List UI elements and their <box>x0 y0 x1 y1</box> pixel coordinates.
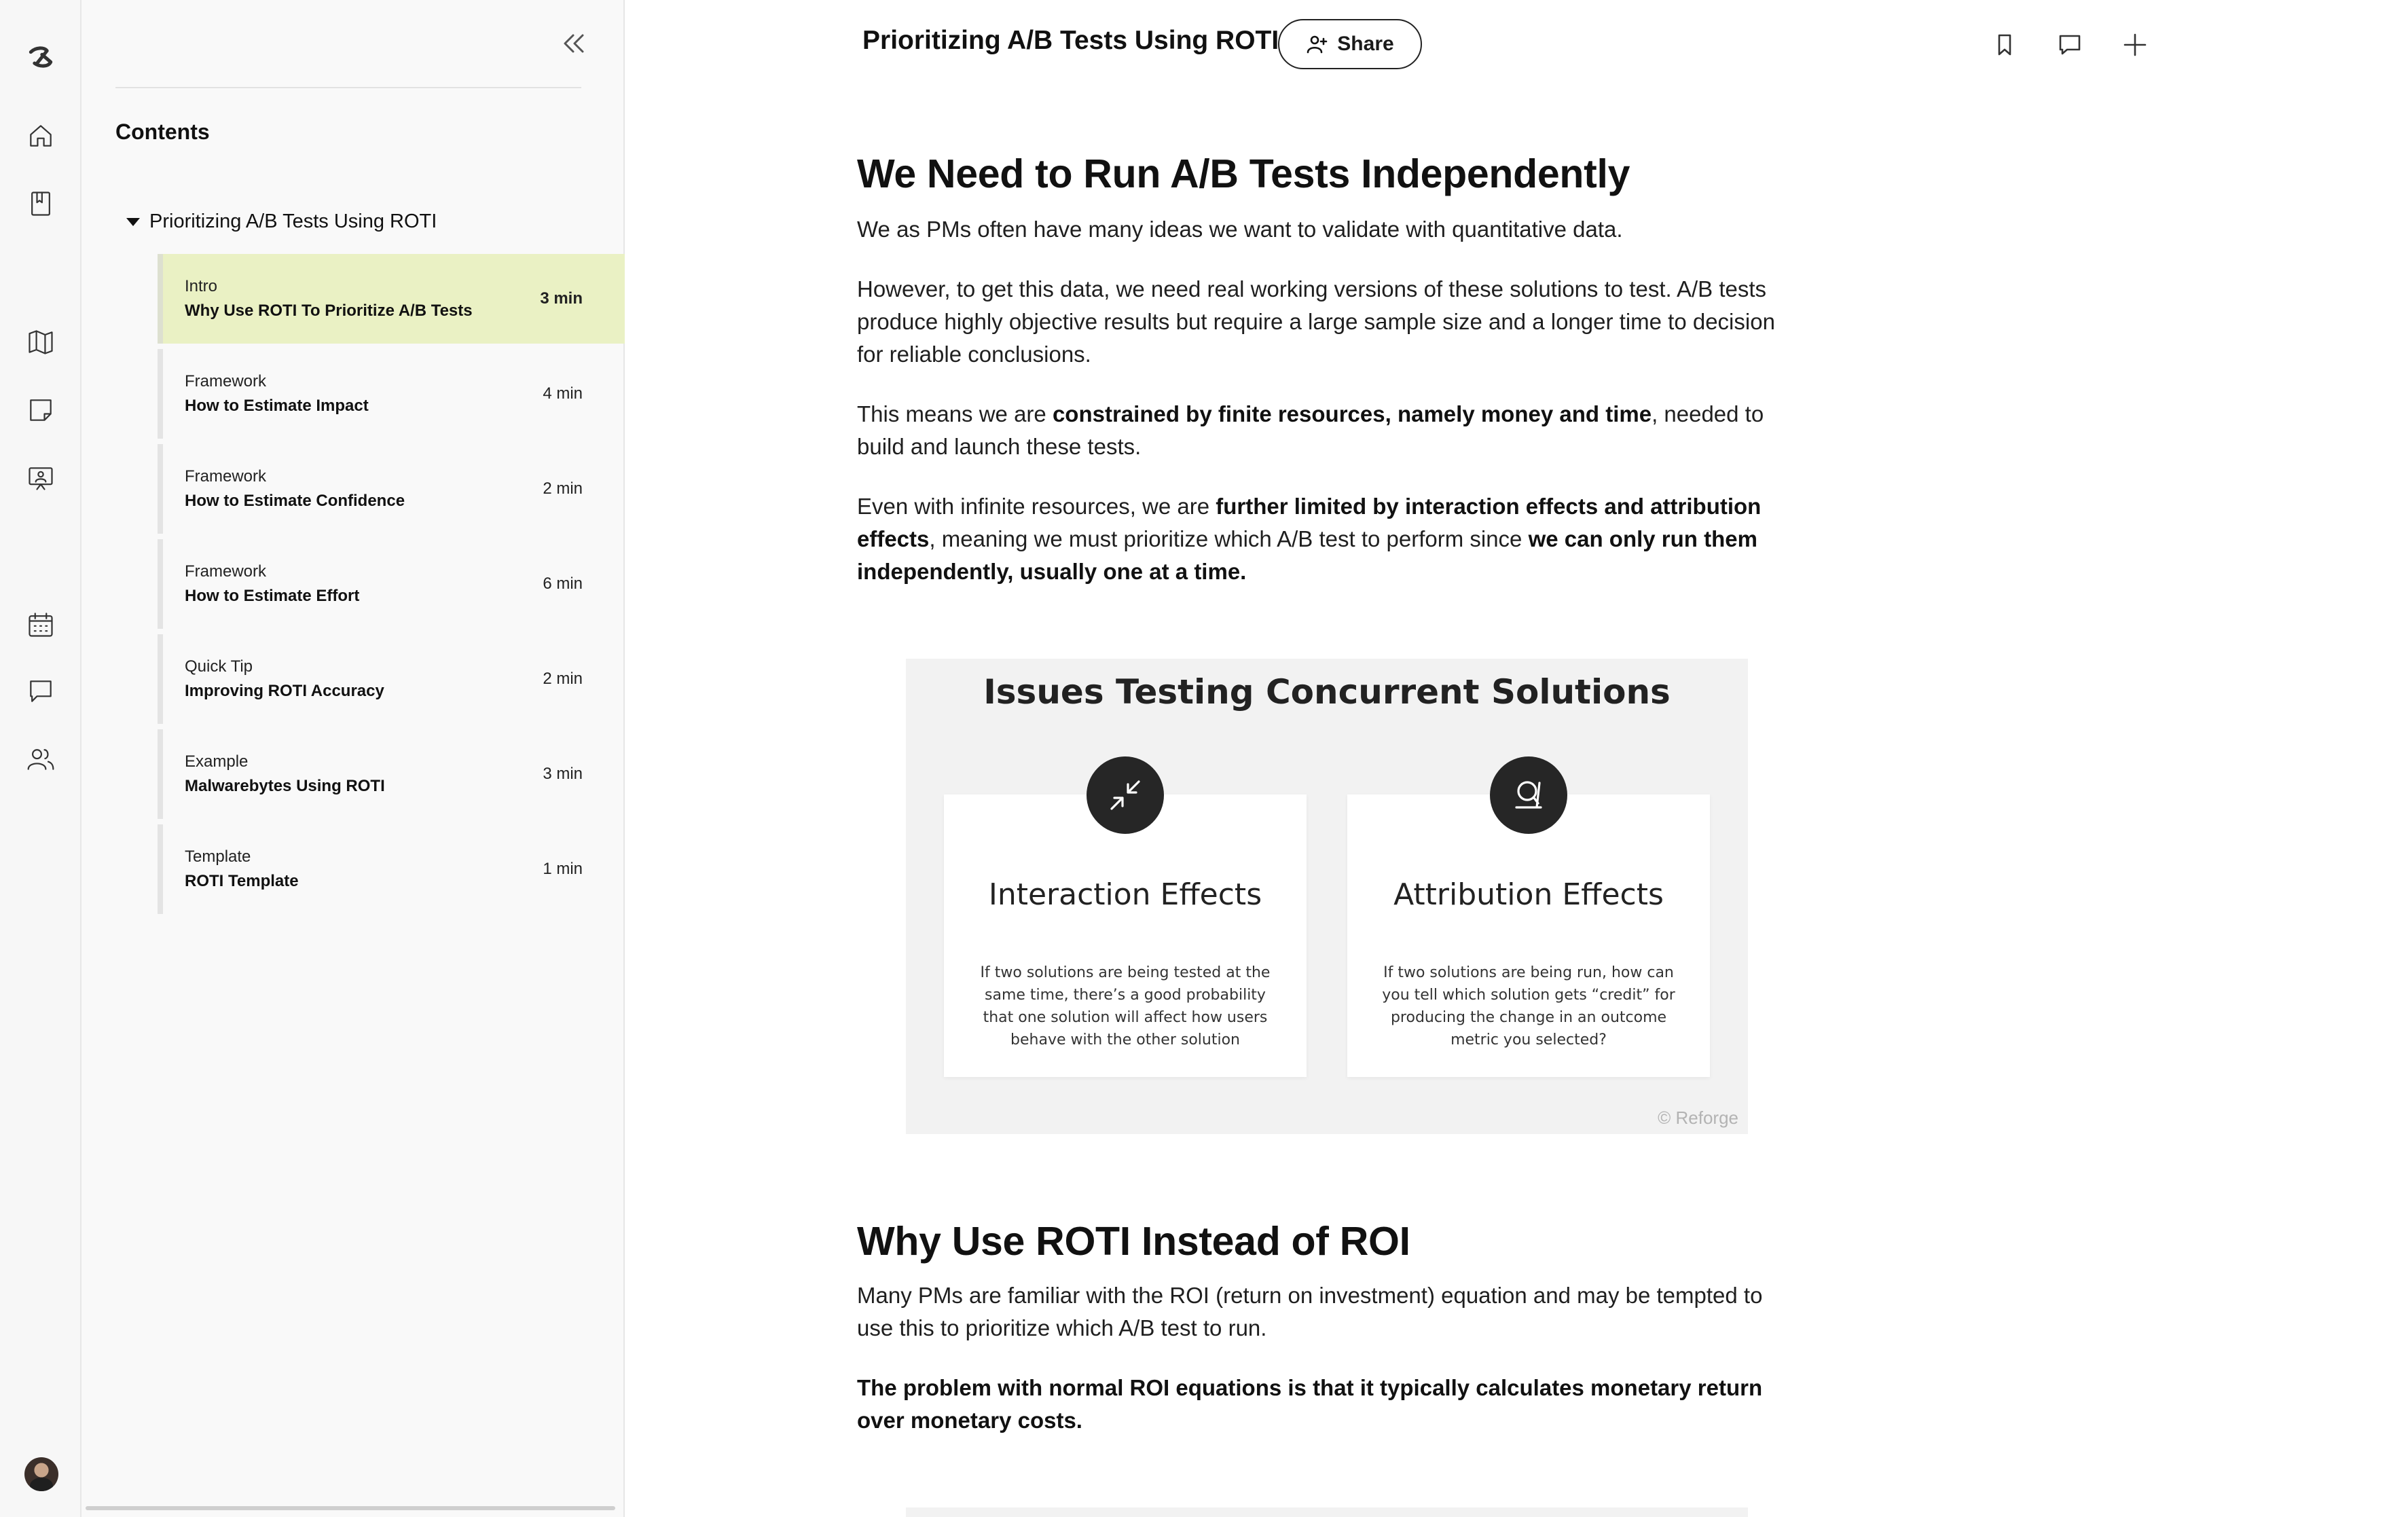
lesson-title: How to Estimate Effort <box>185 587 360 605</box>
interaction-effects-card: Interaction Effects If two solutions are… <box>944 794 1307 1077</box>
chat-icon[interactable] <box>23 674 58 709</box>
people-icon[interactable] <box>23 742 58 777</box>
app-rail <box>0 0 81 1517</box>
sidebar-scrollbar[interactable] <box>86 1506 615 1510</box>
text-run: Even with infinite resources, we are <box>857 494 1216 519</box>
lesson-duration: 2 min <box>543 479 583 498</box>
lesson-item[interactable]: Template ROTI Template 1 min <box>158 824 625 914</box>
lesson-title: Malwarebytes Using ROTI <box>185 777 385 795</box>
lesson-type: Framework <box>185 562 267 581</box>
lesson-duration: 6 min <box>543 574 583 593</box>
lesson-type: Quick Tip <box>185 657 253 676</box>
section-heading: Why Use ROTI Instead of ROI <box>857 1219 1410 1264</box>
text-run: This means we are <box>857 401 1053 426</box>
share-button[interactable]: Share <box>1278 19 1422 69</box>
lesson-duration: 1 min <box>543 860 583 878</box>
text-run: , meaning we must prioritize which A/B t… <box>929 526 1529 551</box>
lesson-item[interactable]: Intro Why Use ROTI To Prioritize A/B Tes… <box>158 254 625 344</box>
paragraph: Many PMs are familiar with the ROI (retu… <box>857 1283 1763 1340</box>
page-title: Prioritizing A/B Tests Using ROTI <box>862 26 1279 55</box>
collapse-sidebar-button[interactable] <box>553 26 594 61</box>
paragraph: Even with infinite resources, we are fur… <box>857 490 1794 588</box>
lesson-title: Why Use ROTI To Prioritize A/B Tests <box>185 301 473 320</box>
lesson-title: How to Estimate Confidence <box>185 492 405 510</box>
section-toggle[interactable]: Prioritizing A/B Tests Using ROTI <box>126 211 437 233</box>
section-title: Prioritizing A/B Tests Using ROTI <box>149 211 437 232</box>
section-heading: We Need to Run A/B Tests Independently <box>857 151 1630 196</box>
search-person-icon <box>1490 756 1567 834</box>
lesson-title: How to Estimate Impact <box>185 397 369 415</box>
paragraph: The problem with normal ROI equations is… <box>857 1375 1763 1433</box>
lesson-type: Framework <box>185 467 267 486</box>
plus-icon[interactable] <box>2117 27 2153 62</box>
lesson-item[interactable]: Framework How to Estimate Confidence 2 m… <box>158 444 625 534</box>
lesson-item[interactable]: Framework How to Estimate Effort 6 min <box>158 539 625 629</box>
paragraph: However, to get this data, we need real … <box>857 276 1775 367</box>
infographic: Issues Testing Concurrent Solutions Inte… <box>906 659 1748 1134</box>
double-chevron-left-icon <box>564 34 584 53</box>
contents-title: Contents <box>115 120 210 144</box>
card-body: If two solutions are being run, how can … <box>1382 964 1675 1048</box>
bookmark-icon[interactable] <box>1987 27 2022 62</box>
watermark: © Reforge <box>1658 1108 1738 1128</box>
contents-sidebar: Contents Prioritizing A/B Tests Using RO… <box>81 0 625 1517</box>
map-icon[interactable] <box>23 325 58 360</box>
logo-icon[interactable] <box>23 39 58 75</box>
bold-text: constrained by finite resources, namely … <box>1052 401 1652 426</box>
calendar-icon[interactable] <box>23 607 58 642</box>
lesson-type: Intro <box>185 277 218 295</box>
add-person-icon <box>1307 35 1328 54</box>
paragraph: We as PMs often have many ideas we want … <box>857 217 1623 242</box>
next-figure-preview <box>906 1507 1748 1517</box>
compress-arrows-icon <box>1087 756 1164 834</box>
avatar[interactable] <box>24 1457 58 1491</box>
comment-icon[interactable] <box>2052 27 2087 62</box>
lesson-title: Improving ROTI Accuracy <box>185 682 384 700</box>
lesson-item[interactable]: Example Malwarebytes Using ROTI 3 min <box>158 729 625 819</box>
lesson-item[interactable]: Quick Tip Improving ROTI Accuracy 2 min <box>158 634 625 724</box>
caret-down-icon <box>126 217 140 226</box>
presentation-icon[interactable] <box>23 460 58 496</box>
paragraph: This means we are constrained by finite … <box>857 398 1794 463</box>
lesson-type: Framework <box>185 372 267 390</box>
lesson-duration: 3 min <box>543 765 583 783</box>
home-icon[interactable] <box>23 118 58 153</box>
share-label: Share <box>1337 33 1394 55</box>
attribution-effects-card: Attribution Effects If two solutions are… <box>1347 794 1710 1077</box>
lesson-type: Template <box>185 847 251 866</box>
lesson-duration: 4 min <box>543 384 583 403</box>
sidebar-divider <box>115 87 581 88</box>
infographic-title: Issues Testing Concurrent Solutions <box>983 672 1671 712</box>
note-icon[interactable] <box>23 392 58 428</box>
card-title: Interaction Effects <box>988 877 1262 912</box>
card-title: Attribution Effects <box>1393 877 1664 912</box>
card-body: If two solutions are being tested at the… <box>980 964 1271 1048</box>
lesson-duration: 3 min <box>540 289 583 308</box>
lesson-duration: 2 min <box>543 670 583 688</box>
lesson-title: ROTI Template <box>185 872 299 890</box>
lesson-type: Example <box>185 752 249 771</box>
lesson-list: Intro Why Use ROTI To Prioritize A/B Tes… <box>158 254 625 919</box>
library-icon[interactable] <box>23 186 58 221</box>
lesson-item[interactable]: Framework How to Estimate Impact 4 min <box>158 349 625 439</box>
